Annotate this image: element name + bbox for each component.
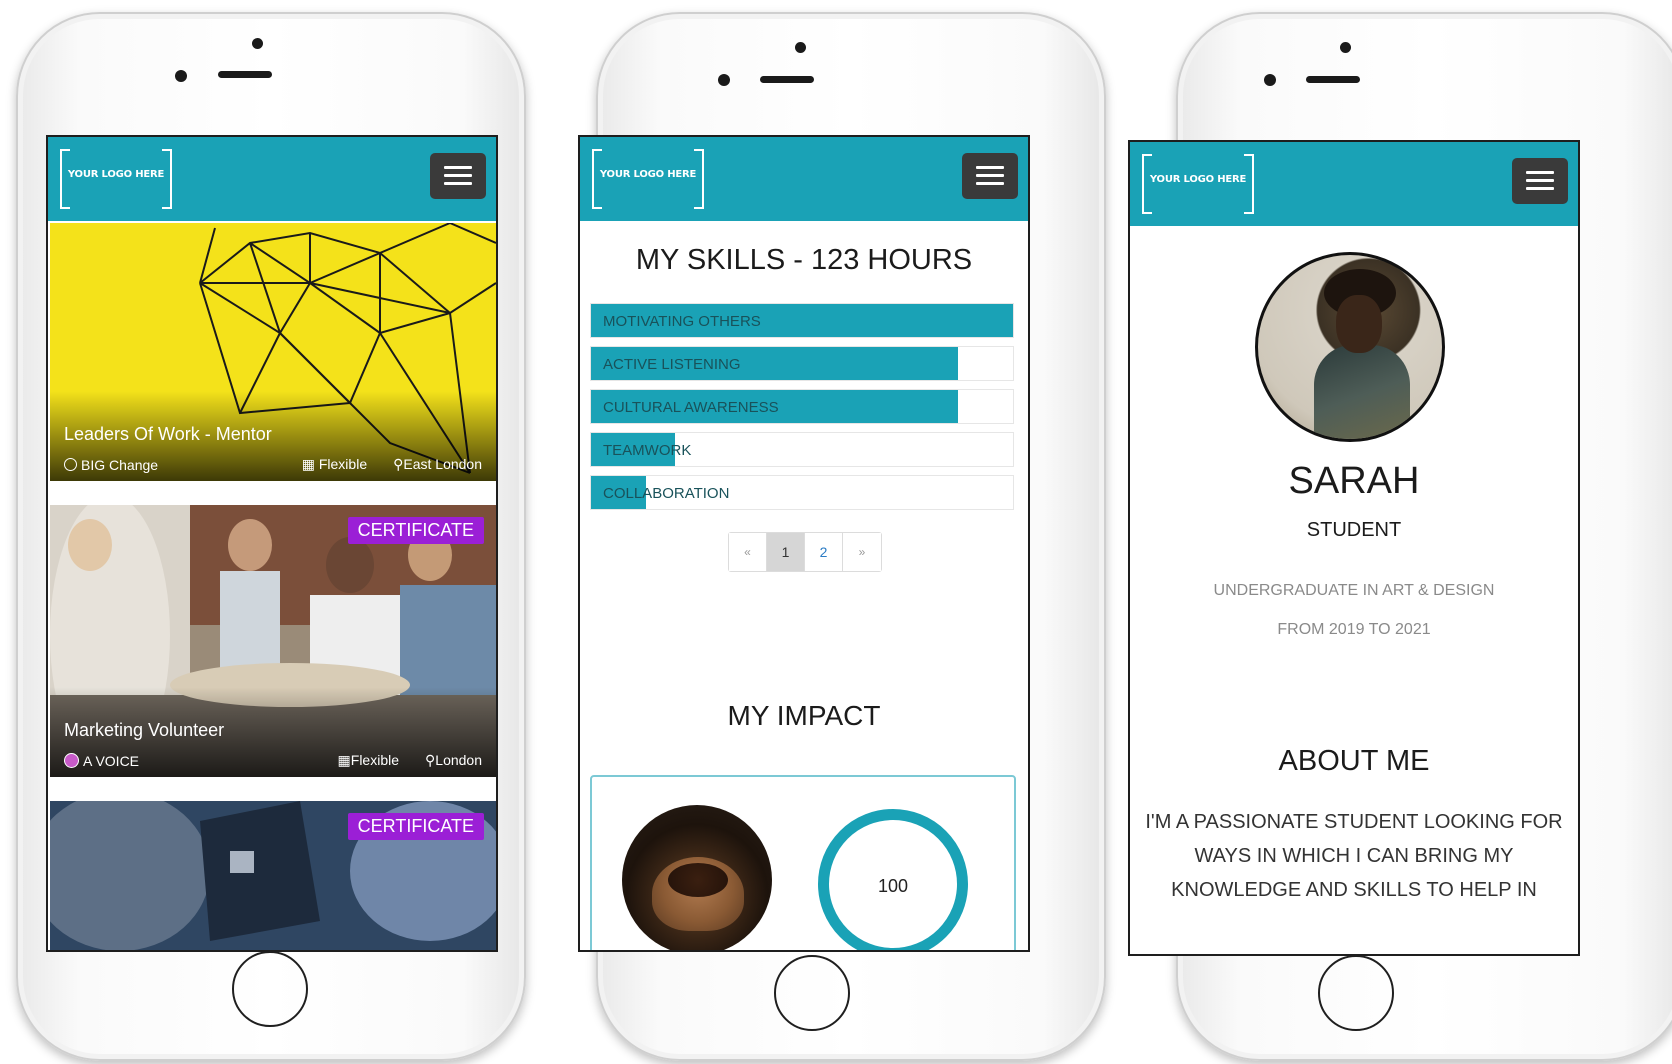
profile-name: SARAH (1288, 460, 1420, 502)
location: East London (403, 456, 482, 472)
home-button[interactable] (774, 955, 850, 1031)
skill-bar: MOTIVATING OTHERS (590, 303, 1014, 338)
front-camera (718, 74, 730, 86)
impact-heading: MY IMPACT (727, 700, 881, 731)
home-button[interactable] (1318, 955, 1394, 1031)
card-title: Leaders Of Work - Mentor (64, 424, 272, 444)
phone-frame-3: YOUR LOGO HERE SARAH STUDENT UNDERGRADUA… (1128, 12, 1672, 1061)
navbar: YOUR LOGO HERE (1130, 142, 1578, 226)
pagination-prev-button[interactable]: « (729, 533, 767, 571)
front-camera (1264, 74, 1276, 86)
logo[interactable]: YOUR LOGO HERE (60, 149, 172, 209)
impact-ring: 100 (818, 809, 968, 950)
card-meta: BIG Change ▦ Flexible ⚲East London (64, 456, 482, 473)
calendar-icon: ▦ (337, 752, 351, 768)
schedule: Flexible (318, 456, 368, 472)
schedule: Flexible (350, 752, 400, 768)
impact-value: 100 (877, 876, 909, 896)
coffee-beans-image (622, 805, 772, 950)
logo[interactable]: YOUR LOGO HERE (592, 149, 704, 209)
skill-label: ACTIVE LISTENING (603, 356, 741, 373)
home-button[interactable] (232, 951, 308, 1027)
earpiece-speaker (760, 76, 814, 83)
phone-frame-1: YOUR LOGO HERE Leaders Of Work - Mentor … (16, 12, 526, 1061)
skill-bar: CULTURAL AWARENESS (590, 389, 1014, 424)
logo-text: YOUR LOGO HERE (1149, 174, 1247, 185)
logo-text: YOUR LOGO HERE (599, 169, 697, 180)
pagination-next-button[interactable]: » (843, 533, 881, 571)
profile-education: UNDERGRADUATE IN ART & DESIGN (1213, 582, 1495, 599)
profile-avatar (1255, 252, 1445, 442)
impact-panel: 100 (590, 775, 1016, 950)
proximity-sensor (252, 38, 263, 49)
location: London (435, 752, 482, 768)
earpiece-speaker (218, 71, 272, 78)
pagination-page-1[interactable]: 1 (767, 533, 805, 571)
organisation-icon (64, 458, 77, 471)
pagination-page-2[interactable]: 2 (805, 533, 843, 571)
skill-label: TEAMWORK (603, 442, 692, 459)
about-text: I'M A PASSIONATE STUDENT LOOKING FOR WAY… (1145, 811, 1563, 901)
phone-screen-1: YOUR LOGO HERE Leaders Of Work - Mentor … (46, 135, 498, 952)
opportunity-card[interactable]: Leaders Of Work - Mentor BIG Change ▦ Fl… (50, 223, 496, 481)
organisation-name: BIG Change (81, 456, 159, 473)
phone-frame-2: YOUR LOGO HERE MY SKILLS - 123 HOURS MOT… (578, 12, 1106, 1061)
calendar-icon: ▦ (301, 456, 315, 472)
navbar: YOUR LOGO HERE (580, 137, 1028, 221)
certificate-badge: CERTIFICATE (347, 517, 484, 544)
organisation-name: A VOICE (83, 752, 140, 769)
certificate-badge: CERTIFICATE (347, 813, 484, 840)
profile-role: STUDENT (1306, 519, 1402, 541)
card-meta: A VOICE ▦Flexible ⚲London (64, 752, 482, 769)
skill-label: CULTURAL AWARENESS (603, 399, 779, 416)
phone-screen-2: YOUR LOGO HERE MY SKILLS - 123 HOURS MOT… (578, 135, 1030, 952)
navbar: YOUR LOGO HERE (48, 137, 496, 221)
organisation-icon (64, 753, 79, 768)
skills-heading: MY SKILLS - 123 HOURS (635, 244, 973, 276)
front-camera (175, 70, 187, 82)
skill-bar: TEAMWORK (590, 432, 1014, 467)
earpiece-speaker (1306, 76, 1360, 83)
pagination: « 1 2 » (728, 532, 882, 572)
skill-bar: COLLABORATION (590, 475, 1014, 510)
location-pin-icon: ⚲ (393, 456, 404, 472)
location-pin-icon: ⚲ (425, 752, 436, 768)
proximity-sensor (1340, 42, 1351, 53)
opportunity-card[interactable]: CERTIFICATE Marketing Volunteer A VOICE … (50, 505, 496, 777)
about-heading: ABOUT ME (1278, 745, 1430, 777)
skill-label: COLLABORATION (603, 485, 730, 502)
skill-label: MOTIVATING OTHERS (603, 313, 761, 330)
phone-screen-3: YOUR LOGO HERE SARAH STUDENT UNDERGRADUA… (1128, 140, 1580, 956)
hamburger-menu-button[interactable] (962, 153, 1018, 199)
logo[interactable]: YOUR LOGO HERE (1142, 154, 1254, 214)
card-title: Marketing Volunteer (64, 720, 225, 740)
skill-bar: ACTIVE LISTENING (590, 346, 1014, 381)
proximity-sensor (795, 42, 806, 53)
opportunity-card[interactable]: CERTIFICATE (50, 801, 496, 950)
hamburger-menu-button[interactable] (1512, 158, 1568, 204)
profile-years: FROM 2019 TO 2021 (1277, 621, 1431, 638)
logo-text: YOUR LOGO HERE (67, 169, 165, 180)
hamburger-menu-button[interactable] (430, 153, 486, 199)
